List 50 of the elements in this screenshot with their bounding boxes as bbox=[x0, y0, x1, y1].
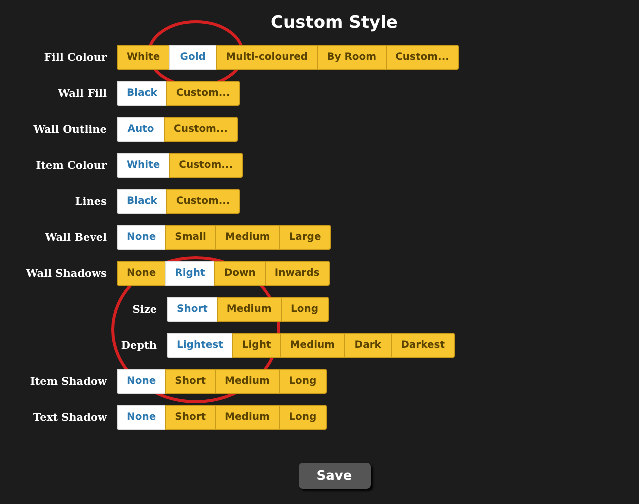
setting-label: Depth bbox=[120, 340, 157, 352]
option-button[interactable]: Black bbox=[117, 189, 168, 214]
option-button[interactable]: Long bbox=[278, 369, 327, 394]
option-button[interactable]: Black bbox=[117, 81, 168, 106]
option-button[interactable]: Gold bbox=[169, 45, 218, 70]
option-button[interactable]: Dark bbox=[344, 333, 392, 358]
option-button[interactable]: Large bbox=[279, 225, 332, 250]
option-button[interactable]: Custom... bbox=[386, 45, 460, 70]
option-button[interactable]: Custom... bbox=[166, 81, 240, 106]
option-button[interactable]: Small bbox=[165, 225, 216, 250]
setting-label: Size bbox=[132, 304, 157, 316]
setting-label: Wall Fill bbox=[57, 88, 107, 100]
option-button[interactable]: Medium bbox=[215, 369, 280, 394]
option-button[interactable]: By Room bbox=[317, 45, 387, 70]
setting-label: Wall Bevel bbox=[44, 232, 107, 244]
option-button[interactable]: Medium bbox=[280, 333, 346, 358]
option-button[interactable]: Custom... bbox=[169, 153, 244, 178]
option-button[interactable]: None bbox=[117, 405, 166, 430]
option-button[interactable]: Long bbox=[278, 405, 327, 430]
option-button[interactable]: Inwards bbox=[264, 261, 330, 286]
option-button[interactable]: None bbox=[117, 225, 166, 250]
setting-label: Item Shadow bbox=[29, 376, 107, 388]
setting-label: Fill Colour bbox=[43, 52, 107, 64]
option-button[interactable]: Darkest bbox=[391, 333, 455, 358]
option-button[interactable]: Auto bbox=[117, 117, 165, 142]
setting-label: Lines bbox=[74, 196, 107, 208]
option-button[interactable]: White bbox=[117, 45, 170, 70]
option-button[interactable]: Down bbox=[214, 261, 266, 286]
option-button[interactable]: White bbox=[117, 153, 170, 178]
setting-label: Wall Shadows bbox=[25, 268, 107, 280]
setting-label: Wall Outline bbox=[32, 124, 107, 136]
option-button[interactable]: None bbox=[117, 369, 166, 394]
option-button[interactable]: Right bbox=[165, 261, 216, 286]
option-button[interactable]: Light bbox=[232, 333, 282, 358]
option-button[interactable]: Multi-coloured bbox=[216, 45, 318, 70]
save-button[interactable]: Save bbox=[298, 463, 370, 489]
option-button[interactable]: Custom... bbox=[164, 117, 238, 142]
option-button[interactable]: Medium bbox=[215, 225, 280, 250]
option-button[interactable]: Lightest bbox=[167, 333, 234, 358]
setting-label: Text Shadow bbox=[32, 412, 107, 424]
option-button[interactable]: Short bbox=[167, 297, 218, 322]
dialog-title: Custom Style bbox=[270, 13, 399, 33]
option-button[interactable]: Long bbox=[280, 297, 329, 322]
option-button[interactable]: Medium bbox=[215, 405, 280, 430]
option-button[interactable]: Medium bbox=[216, 297, 282, 322]
option-button[interactable]: Short bbox=[165, 369, 216, 394]
option-button[interactable]: Short bbox=[165, 405, 216, 430]
option-button[interactable]: None bbox=[117, 261, 166, 286]
option-button[interactable]: Custom... bbox=[166, 189, 240, 214]
setting-label: Item Colour bbox=[35, 160, 107, 172]
